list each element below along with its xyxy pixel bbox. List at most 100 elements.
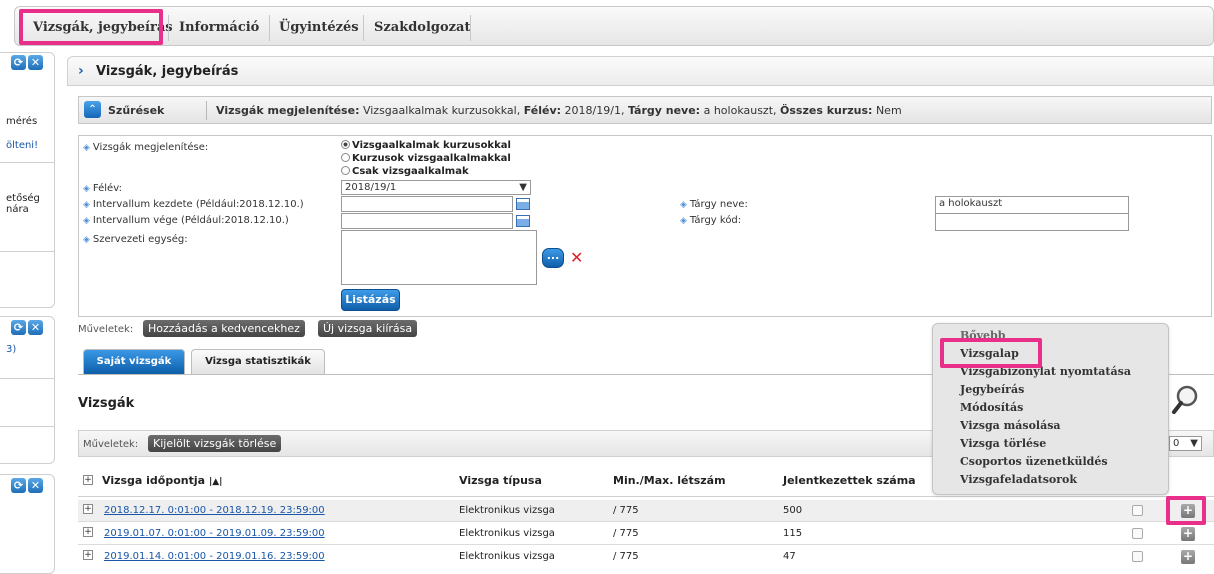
calendar-icon[interactable] bbox=[516, 215, 530, 227]
radio-label: Vizsgaalkalmak kurzusokkal bbox=[352, 140, 511, 151]
chevron-right-icon[interactable]: › bbox=[78, 63, 84, 79]
row-checkbox[interactable] bbox=[1132, 551, 1143, 562]
chevron-down-icon[interactable]: ▼ bbox=[1190, 437, 1198, 450]
summary-label: Tárgy neve: bbox=[627, 104, 701, 117]
calendar-icon[interactable] bbox=[516, 198, 530, 210]
menu-item-thesis[interactable]: Szakdolgozat bbox=[374, 20, 470, 35]
summary-label: Félév: bbox=[523, 104, 562, 117]
refresh-icon[interactable]: ⟳ bbox=[11, 478, 26, 493]
menu-separator bbox=[269, 15, 270, 41]
exam-registered: 115 bbox=[783, 528, 803, 539]
radio-label: Csak vizsgaalkalmak bbox=[352, 166, 469, 177]
sort-asc-icon[interactable]: |▲| bbox=[209, 477, 223, 487]
label-text: Tárgy neve: bbox=[689, 199, 748, 210]
left-panel-text: nára bbox=[6, 204, 29, 215]
column-exam-date[interactable]: Vizsga időpontja |▲| bbox=[102, 474, 222, 487]
radio-icon[interactable] bbox=[341, 140, 350, 149]
browse-button[interactable]: ... bbox=[542, 248, 564, 268]
radio-icon[interactable] bbox=[341, 153, 350, 162]
column-exam-type[interactable]: Vizsga típusa bbox=[459, 474, 542, 487]
column-min-max[interactable]: Min./Max. létszám bbox=[613, 474, 726, 487]
radio-exams-with-courses[interactable]: Kurzusok vizsgaalkalmakkal bbox=[341, 153, 511, 164]
row-actions-button[interactable]: + bbox=[1181, 527, 1195, 541]
table-row[interactable]: + 2018.12.17. 0:01:00 - 2018.12.19. 23:5… bbox=[78, 500, 1214, 522]
exams-ops-label: Műveletek: bbox=[83, 439, 139, 450]
operations-label: Műveletek: bbox=[78, 324, 134, 335]
highlight-marker bbox=[19, 9, 163, 45]
diamond-icon: ◈ bbox=[83, 216, 90, 226]
expand-all-icon[interactable]: + bbox=[83, 475, 93, 485]
row-actions-button[interactable]: + bbox=[1181, 550, 1195, 564]
highlight-marker bbox=[940, 338, 1042, 368]
radio-courses-with-exams[interactable]: Vizsgaalkalmak kurzusokkal bbox=[341, 140, 511, 151]
context-item-exam-tasks[interactable]: Vizsgafeladatsorok bbox=[960, 473, 1077, 486]
collapse-icon[interactable]: ⌃ bbox=[84, 101, 101, 118]
interval-end-input[interactable] bbox=[341, 213, 513, 229]
left-panel-1 bbox=[0, 52, 55, 308]
divider bbox=[0, 378, 54, 379]
summary-label: Összes kurzus: bbox=[780, 104, 873, 117]
filter-label[interactable]: Szűrések bbox=[108, 104, 164, 117]
add-favorite-button[interactable]: Hozzáadás a kedvencekhez bbox=[143, 320, 305, 337]
radio-icon[interactable] bbox=[341, 166, 350, 175]
close-icon[interactable]: ✕ bbox=[28, 55, 43, 70]
menu-separator bbox=[363, 15, 364, 41]
org-unit-listbox[interactable] bbox=[341, 230, 537, 285]
divider bbox=[0, 162, 54, 163]
chevron-down-icon[interactable]: ▼ bbox=[519, 181, 527, 194]
close-icon[interactable]: ✕ bbox=[28, 478, 43, 493]
expand-row-icon[interactable]: + bbox=[83, 550, 93, 560]
diamond-icon: ◈ bbox=[83, 143, 90, 153]
clear-icon[interactable]: ✕ bbox=[570, 248, 583, 267]
context-item-grade-entry[interactable]: Jegybeírás bbox=[960, 383, 1024, 396]
page-size-select[interactable]: 0 ▼ bbox=[1169, 436, 1202, 451]
org-unit-label: ◈ Szervezeti egység: bbox=[83, 234, 188, 245]
subject-code-input[interactable] bbox=[935, 213, 1129, 231]
column-registered[interactable]: Jelentkezettek száma bbox=[783, 474, 916, 487]
refresh-icon[interactable]: ⟳ bbox=[11, 55, 26, 70]
expand-row-icon[interactable]: + bbox=[83, 527, 93, 537]
menu-item-administration[interactable]: Ügyintézés bbox=[279, 20, 359, 35]
interval-start-input[interactable] bbox=[341, 196, 513, 212]
filter-bar: ⌃ Szűrések Vizsgák megjelenítése: Vizsga… bbox=[78, 96, 1212, 124]
context-item-modify[interactable]: Módosítás bbox=[960, 401, 1023, 414]
display-mode-label: ◈ Vizsgák megjelenítése: bbox=[83, 142, 208, 153]
exam-date-link[interactable]: 2019.01.07. 0:01:00 - 2019.01.09. 23:59:… bbox=[104, 528, 325, 539]
left-panel-link[interactable]: ölteni! bbox=[6, 140, 38, 151]
left-panel-link[interactable]: 3) bbox=[6, 344, 16, 355]
semester-label: ◈ Félév: bbox=[83, 183, 122, 194]
interval-end-label: ◈ Intervallum vége (Például:2018.12.10.) bbox=[83, 215, 289, 226]
context-item-copy-exam[interactable]: Vizsga másolása bbox=[960, 419, 1061, 432]
radio-only-exams[interactable]: Csak vizsgaalkalmak bbox=[341, 166, 469, 177]
label-text: Intervallum vége (Például:2018.12.10.) bbox=[92, 215, 289, 226]
row-checkbox[interactable] bbox=[1132, 505, 1143, 516]
context-item-delete-exam[interactable]: Vizsga törlése bbox=[960, 437, 1046, 450]
row-checkbox[interactable] bbox=[1132, 528, 1143, 539]
tab-own-exams[interactable]: Saját vizsgák bbox=[83, 349, 185, 374]
subject-name-input[interactable]: a holokauszt bbox=[935, 196, 1129, 214]
exam-type: Elektronikus vizsga bbox=[459, 505, 555, 516]
list-button[interactable]: Listázás bbox=[341, 289, 400, 311]
exam-type: Elektronikus vizsga bbox=[459, 528, 555, 539]
exam-date-link[interactable]: 2019.01.14. 0:01:00 - 2019.01.16. 23:59:… bbox=[104, 551, 325, 562]
menu-item-information[interactable]: Információ bbox=[179, 20, 259, 35]
left-panel-2 bbox=[0, 316, 55, 464]
search-icon[interactable] bbox=[1171, 384, 1199, 414]
label-text: Intervallum kezdete (Például:2018.12.10.… bbox=[92, 199, 304, 210]
exam-date-link[interactable]: 2018.12.17. 0:01:00 - 2018.12.19. 23:59:… bbox=[104, 505, 325, 516]
expand-row-icon[interactable]: + bbox=[83, 504, 93, 514]
refresh-icon[interactable]: ⟳ bbox=[11, 320, 26, 335]
close-icon[interactable]: ✕ bbox=[28, 320, 43, 335]
table-row[interactable]: + 2019.01.14. 0:01:00 - 2019.01.16. 23:5… bbox=[78, 546, 1214, 568]
delete-selected-button[interactable]: Kijelölt vizsgák törlése bbox=[148, 435, 282, 452]
summary-label: Vizsgák megjelenítése: bbox=[216, 104, 360, 117]
context-item-group-message[interactable]: Csoportos üzenetküldés bbox=[960, 455, 1108, 468]
new-exam-button[interactable]: Új vizsga kiírása bbox=[318, 320, 418, 337]
summary-value: Vizsgaalkalmak kurzusokkal, bbox=[359, 104, 524, 117]
table-row[interactable]: + 2019.01.07. 0:01:00 - 2019.01.09. 23:5… bbox=[78, 523, 1214, 545]
semester-select[interactable]: 2018/19/1 ▼ bbox=[341, 180, 531, 195]
tab-exam-statistics[interactable]: Vizsga statisztikák bbox=[191, 349, 325, 374]
column-label: Vizsga időpontja bbox=[102, 474, 206, 487]
exams-title: Vizsgák bbox=[78, 396, 135, 411]
left-panel-text: mérés bbox=[6, 116, 38, 127]
